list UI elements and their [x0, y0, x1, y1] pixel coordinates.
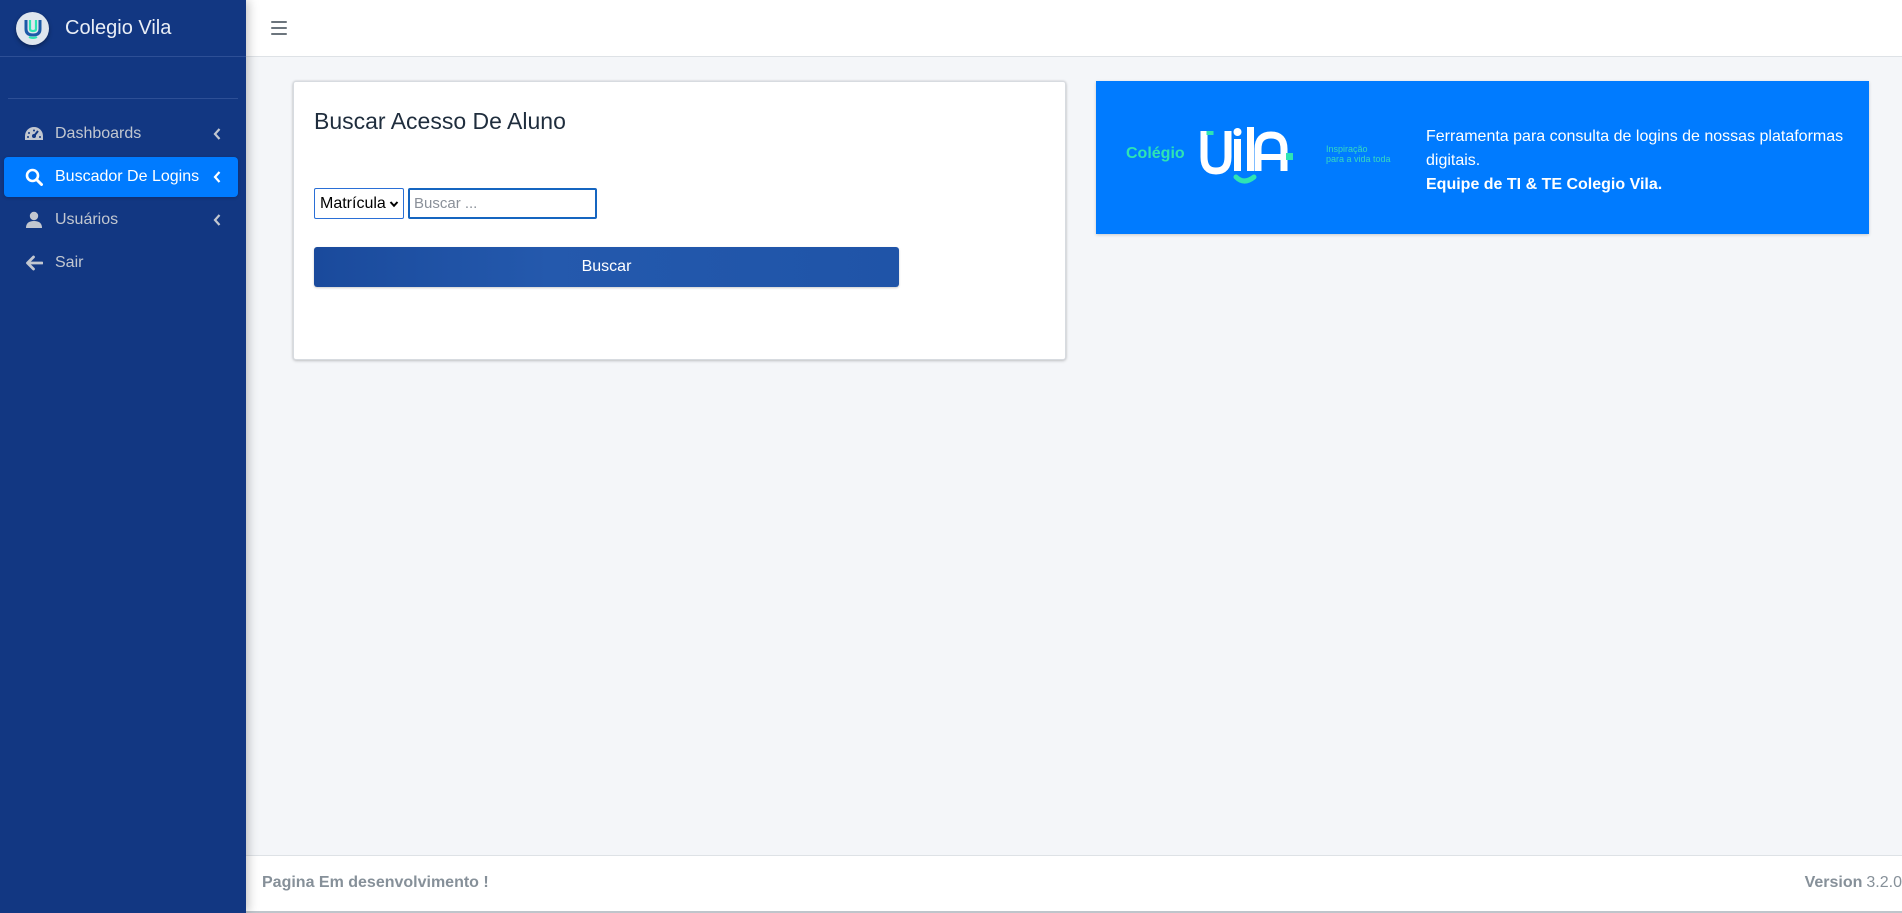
sidebar-item-label: Usuários	[55, 211, 119, 228]
top-navbar	[246, 0, 1902, 57]
banner-description: Ferramenta para consulta de logins de no…	[1426, 125, 1846, 197]
banner-description-text: Ferramenta para consulta de logins de no…	[1426, 128, 1844, 169]
footer-status: Pagina Em desenvolvimento !	[262, 874, 489, 891]
hamburger-icon[interactable]	[270, 19, 288, 37]
sidebar-item-sair[interactable]: Sair	[4, 243, 238, 283]
search-button[interactable]: Buscar	[314, 247, 899, 287]
logo-colegio-text: Colégio	[1126, 145, 1185, 162]
sidebar-divider	[8, 98, 238, 99]
sidebar-item-label: Sair	[55, 254, 84, 271]
sidebar: Colegio Vila Dashboards Buscador De Logi…	[0, 0, 246, 913]
chevron-left-icon	[212, 127, 222, 141]
version-number: 3.2.0	[1866, 874, 1902, 891]
version-label: Version	[1804, 874, 1863, 891]
vila-wordmark-icon	[1200, 127, 1293, 184]
search-card: Buscar Acesso De Aluno Matrícula Buscar	[293, 81, 1066, 360]
search-input[interactable]	[408, 188, 597, 219]
chevron-left-icon	[212, 170, 222, 184]
search-type-select[interactable]: Matrícula	[314, 188, 404, 219]
sidebar-nav: Dashboards Buscador De Logins Usuários S…	[0, 114, 246, 283]
info-banner: Colégio Inspiração para a vida toda Ferr…	[1096, 81, 1869, 234]
arrow-left-icon	[23, 252, 45, 274]
sidebar-item-usuarios[interactable]: Usuários	[4, 200, 238, 240]
colegio-vila-logo: Colégio Inspiração para a vida toda	[1126, 127, 1406, 197]
sidebar-item-dashboards[interactable]: Dashboards	[4, 114, 238, 154]
chevron-left-icon	[212, 213, 222, 227]
vila-v-logo-icon	[16, 11, 49, 45]
sidebar-item-label: Buscador De Logins	[55, 168, 200, 185]
sidebar-item-label: Dashboards	[55, 125, 142, 142]
sidebar-item-buscador-de-logins[interactable]: Buscador De Logins	[4, 157, 238, 197]
search-form: Matrícula	[314, 188, 597, 219]
card-title: Buscar Acesso De Aluno	[314, 108, 566, 134]
logo-tagline-line-2: para a vida toda	[1326, 154, 1391, 164]
logo-tagline: Inspiração para a vida toda	[1326, 144, 1391, 164]
logo-tagline-line-1: Inspiração	[1326, 144, 1368, 154]
chevron-down-icon	[389, 195, 399, 213]
footer: Pagina Em desenvolvimento ! Version 3.2.0	[246, 855, 1902, 911]
brand-link[interactable]: Colegio Vila	[0, 0, 246, 57]
search-icon	[23, 166, 45, 188]
select-value: Matrícula	[320, 194, 386, 212]
tachometer-icon	[23, 123, 45, 145]
footer-version: Version 3.2.0	[1805, 874, 1902, 892]
brand-name: Colegio Vila	[65, 16, 172, 39]
user-icon	[23, 209, 45, 231]
banner-signature: Equipe de TI & TE Colegio Vila.	[1426, 176, 1663, 193]
